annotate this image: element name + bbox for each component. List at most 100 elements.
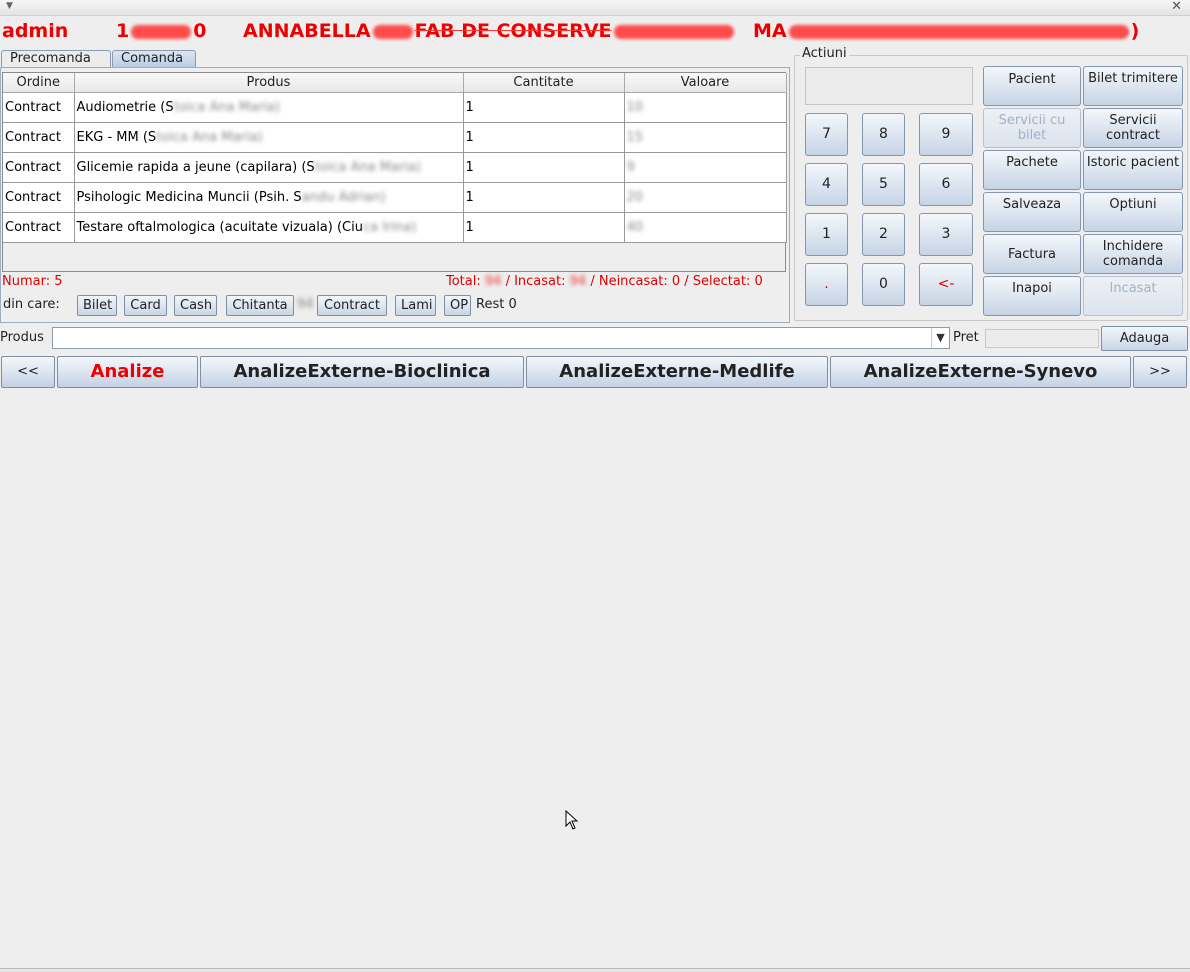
user-name: admin [2, 20, 69, 42]
key-2[interactable]: 2 [862, 213, 905, 256]
bilet-trimitere-button[interactable]: Bilet trimitere [1083, 66, 1183, 106]
blurred-doctor: toica Ana Maria) [173, 99, 280, 115]
category-prev-button[interactable]: << [1, 356, 55, 388]
close-icon[interactable]: ✕ [1171, 0, 1182, 14]
key-9[interactable]: 9 [919, 113, 973, 156]
inchidere-comanda-button[interactable]: Inchidere comanda [1083, 234, 1183, 274]
table-row[interactable]: Contract Psihologic Medicina Muncii (Psi… [3, 182, 787, 213]
cell-produs: Glicemie rapida a jeune (capilara) (Stoi… [74, 152, 464, 183]
servicii-contract-button[interactable]: Servicii contract [1083, 108, 1183, 148]
mouse-cursor-icon [565, 810, 579, 830]
factura-button[interactable]: Factura [983, 234, 1081, 274]
order-table: Ordine Produs Cantitate Valoare Contract… [2, 72, 787, 272]
column-header-valoare[interactable]: Valoare [624, 73, 787, 93]
redacted-code [131, 24, 192, 39]
totals-summary: Total: 94 / Incasat: 94 / Neincasat: 0 /… [446, 274, 763, 289]
cell-cantitate: 1 [463, 122, 625, 153]
cell-produs: Audiometrie (Stoica Ana Maria) [74, 92, 464, 123]
key-0[interactable]: 0 [862, 263, 905, 306]
pacient-button[interactable]: Pacient [983, 66, 1081, 106]
redacted-company-tail [613, 24, 734, 39]
column-header-produs[interactable]: Produs [74, 73, 464, 93]
blurred-doctor: toica Ana Maria) [314, 159, 421, 175]
cell-produs: Testare oftalmologica (acuitate vizuala)… [74, 212, 464, 243]
pachete-button[interactable]: Pachete [983, 150, 1081, 190]
category-next-button[interactable]: >> [1133, 356, 1187, 388]
op-button[interactable]: OP [444, 295, 471, 316]
cell-ordine: Contract [3, 92, 75, 123]
category-analize[interactable]: Analize [57, 356, 198, 388]
incasat-button[interactable]: Incasat [1083, 276, 1183, 316]
key-5[interactable]: 5 [862, 163, 905, 206]
table-row[interactable]: Contract EKG - MM (Stoica Ana Maria) 1 1… [3, 122, 787, 153]
key-4[interactable]: 4 [805, 163, 848, 206]
cell-cantitate: 1 [463, 152, 625, 183]
keypad-display [805, 67, 973, 105]
chitanta-amount: 94 [297, 297, 314, 312]
card-button[interactable]: Card [124, 295, 167, 316]
cell-ordine: Contract [3, 122, 75, 153]
pret-field [985, 329, 1099, 348]
window-titlebar: ▼ ✕ [0, 0, 1190, 16]
optiuni-button[interactable]: Optiuni [1083, 192, 1183, 232]
tab-precomanda[interactable]: Precomanda [1, 50, 111, 67]
redacted-patient [788, 24, 1129, 39]
key-backspace[interactable]: <- [919, 263, 973, 306]
salveaza-button[interactable]: Salveaza [983, 192, 1081, 232]
window-menu-icon[interactable]: ▼ [6, 1, 13, 11]
order-header: admin 10 ANNABELLA FAB DE CONSERVE MA) [0, 20, 1190, 46]
cell-ordine: Contract [3, 212, 75, 243]
produs-combobox[interactable] [52, 327, 950, 349]
cell-valoare: 40 [624, 212, 787, 243]
cell-valoare: 15 [624, 122, 787, 153]
cell-cantitate: 1 [463, 212, 625, 243]
payment-breakdown-label: din care: [3, 297, 60, 312]
bilet-button[interactable]: Bilet [77, 295, 117, 316]
istoric-pacient-button[interactable]: Istoric pacient [1083, 150, 1183, 190]
key-8[interactable]: 8 [862, 113, 905, 156]
blurred-doctor: toica Ana Maria) [156, 129, 263, 145]
pret-label: Pret [953, 330, 979, 345]
table-row[interactable]: Contract Testare oftalmologica (acuitate… [3, 212, 787, 243]
category-synevo[interactable]: AnalizeExterne-Synevo [830, 356, 1131, 388]
lami-button[interactable]: Lami [395, 295, 436, 316]
blurred-doctor: ca Irina) [362, 219, 417, 235]
column-header-cantitate[interactable]: Cantitate [463, 73, 625, 93]
cell-produs: EKG - MM (Stoica Ana Maria) [74, 122, 464, 153]
cell-valoare: 10 [624, 92, 787, 123]
redacted-company [372, 24, 413, 39]
produs-label: Produs [0, 330, 44, 345]
key-3[interactable]: 3 [919, 213, 973, 256]
contract-button[interactable]: Contract [317, 295, 387, 316]
cell-cantitate: 1 [463, 92, 625, 123]
blurred-doctor: andu Adrian) [301, 189, 386, 205]
key-6[interactable]: 6 [919, 163, 973, 206]
servicii-cu-bilet-button[interactable]: Servicii cu bilet [983, 108, 1081, 148]
cell-ordine: Contract [3, 152, 75, 183]
actions-title: Actiuni [800, 46, 849, 61]
column-header-ordine[interactable]: Ordine [3, 73, 75, 93]
status-bar [0, 968, 1190, 972]
cell-valoare: 20 [624, 182, 787, 213]
cell-valoare: 9 [624, 152, 787, 183]
adauga-button[interactable]: Adauga [1101, 326, 1188, 351]
chitanta-button[interactable]: Chitanta [226, 295, 294, 316]
cash-button[interactable]: Cash [174, 295, 217, 316]
cell-produs: Psihologic Medicina Muncii (Psih. Sandu … [74, 182, 464, 213]
table-header-row: Ordine Produs Cantitate Valoare [3, 73, 787, 93]
order-code: 10 [116, 20, 207, 42]
key-1[interactable]: 1 [805, 213, 848, 256]
inapoi-button[interactable]: Inapoi [983, 276, 1081, 316]
item-count: Numar: 5 [2, 274, 63, 289]
key-decimal[interactable]: . [805, 263, 848, 306]
tab-comanda[interactable]: Comanda [112, 50, 196, 67]
chevron-down-icon[interactable]: ▼ [931, 328, 949, 348]
table-row[interactable]: Contract Glicemie rapida a jeune (capila… [3, 152, 787, 183]
category-bioclinica[interactable]: AnalizeExterne-Bioclinica [200, 356, 524, 388]
category-medlife[interactable]: AnalizeExterne-Medlife [526, 356, 828, 388]
key-7[interactable]: 7 [805, 113, 848, 156]
table-row[interactable]: Contract Audiometrie (Stoica Ana Maria) … [3, 92, 787, 123]
company-name: ANNABELLA FAB DE CONSERVE [243, 20, 736, 42]
rest-amount: Rest 0 [476, 297, 517, 312]
cell-cantitate: 1 [463, 182, 625, 213]
